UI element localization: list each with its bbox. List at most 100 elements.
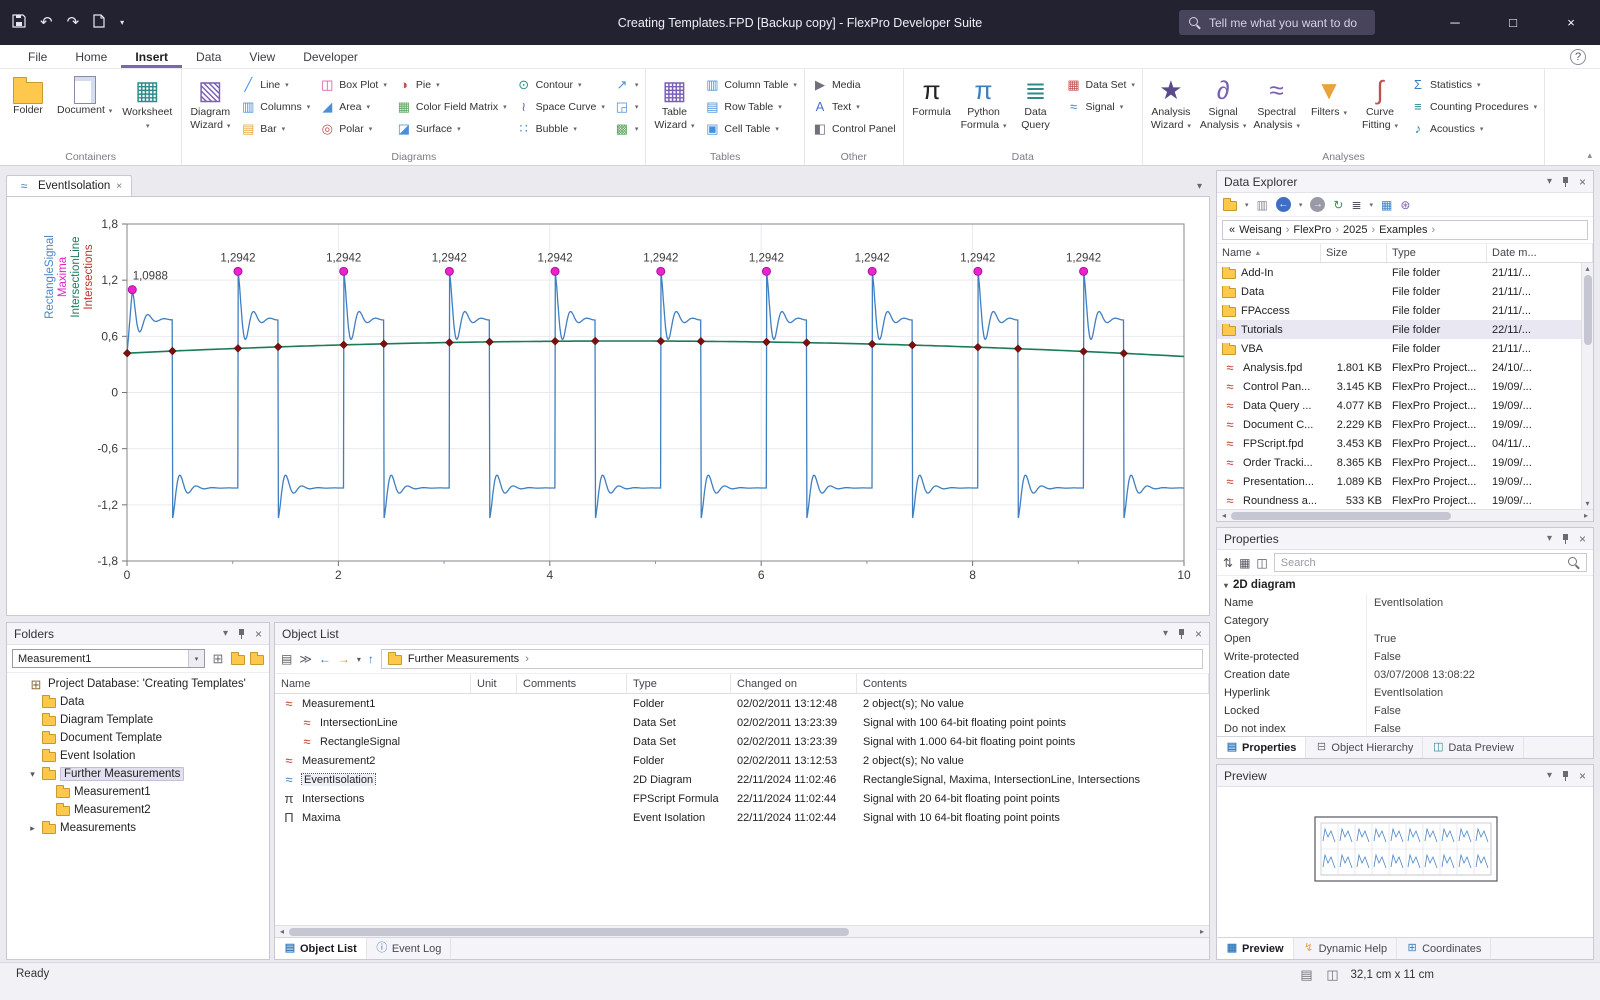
panel-menu-icon[interactable]: ▾	[1547, 533, 1552, 544]
tree-item-diagram-template[interactable]: Diagram Template	[7, 711, 269, 729]
ribbon-diagram-wizard-button[interactable]: ▧Diagram Wizard ▾	[185, 71, 235, 132]
new-caret-icon[interactable]: ▾	[1245, 201, 1249, 209]
column-header-unit[interactable]: Unit	[471, 674, 517, 693]
tree-item-measurements[interactable]: ▸Measurements	[7, 819, 269, 837]
ribbon-contour-button[interactable]: ⊙Contour▾	[512, 74, 609, 95]
pin-icon[interactable]	[237, 628, 246, 640]
tab-coordinates[interactable]: ⊞Coordinates	[1397, 938, 1491, 959]
menu-tab-view[interactable]: View	[235, 45, 289, 68]
object-list-hscrollbar[interactable]: ◂ ▸	[275, 925, 1209, 937]
forward-icon[interactable]: →	[338, 652, 350, 666]
ribbon-matrix-x-icon-button[interactable]: ▩▾	[610, 118, 643, 139]
crumb-chevron-icon[interactable]: ›	[525, 653, 529, 665]
close-panel-icon[interactable]: ×	[255, 627, 262, 641]
new-document-icon[interactable]	[93, 14, 106, 31]
tree-item-measurement1[interactable]: Measurement1	[7, 783, 269, 801]
breadcrumb-flexpro[interactable]: FlexPro	[1293, 224, 1331, 236]
ribbon-statistics-button[interactable]: ΣStatistics▾	[1406, 74, 1541, 95]
index-chart-icon[interactable]: ▦	[1381, 198, 1392, 212]
tab-event-log[interactable]: ⓘEvent Log	[367, 938, 452, 959]
view-caret-icon[interactable]: ▾	[1370, 201, 1374, 209]
ribbon-media-button[interactable]: ▶Media	[808, 74, 900, 95]
tree-item-project-database-creating-templates[interactable]: ⊞Project Database: 'Creating Templates'	[7, 675, 269, 693]
column-header-type[interactable]: Type	[1387, 244, 1487, 262]
pin-icon[interactable]	[1561, 533, 1570, 545]
table-row[interactable]: ≈Analysis.fpd1.801 KBFlexPro Project...2…	[1217, 358, 1593, 377]
history-icon[interactable]: ≫	[299, 652, 312, 666]
data-explorer-breadcrumb[interactable]: «Weisang›FlexPro›2025›Examples›	[1222, 220, 1588, 240]
data-explorer-hscrollbar[interactable]: ◂ ▸	[1217, 509, 1593, 521]
redo-icon[interactable]: ↷	[67, 15, 80, 30]
sort-icon[interactable]: ⇅	[1223, 556, 1233, 570]
ribbon-data-query-button[interactable]: ≣Data Query	[1011, 71, 1061, 132]
menu-tab-data[interactable]: Data	[182, 45, 235, 68]
scroll-right-icon[interactable]: ▸	[1195, 927, 1209, 936]
back-circle-icon[interactable]: ←	[1276, 197, 1291, 212]
page-setup-icon[interactable]: ▤	[1298, 968, 1314, 981]
minimize-button[interactable]: ─	[1426, 0, 1484, 45]
table-row[interactable]: ≈Data Query ...4.077 KBFlexPro Project..…	[1217, 396, 1593, 415]
property-row-creation-date[interactable]: Creation date03/07/2008 13:08:22	[1217, 666, 1593, 684]
tree-item-event-isolation[interactable]: Event Isolation	[7, 747, 269, 765]
menu-tab-developer[interactable]: Developer	[289, 45, 372, 68]
ribbon-polar-button[interactable]: ◎Polar▾	[315, 118, 391, 139]
tab-object-list[interactable]: ▤Object List	[275, 938, 367, 959]
ruler-icon[interactable]: ◫	[1324, 968, 1340, 981]
crumb-back-icon[interactable]: «	[1229, 224, 1235, 236]
property-row-category[interactable]: Category	[1217, 612, 1593, 630]
table-row[interactable]: DataFile folder21/11/...	[1217, 282, 1593, 301]
ribbon-filters-button[interactable]: ▼Filters ▾	[1304, 71, 1354, 120]
ribbon-acoustics-button[interactable]: ♪Acoustics▾	[1406, 118, 1541, 139]
folder-pane-icon[interactable]: ▤	[281, 652, 292, 666]
table-row[interactable]: ≈Order Tracki...8.365 KBFlexPro Project.…	[1217, 453, 1593, 472]
tree-item-measurement2[interactable]: Measurement2	[7, 801, 269, 819]
close-button[interactable]: ×	[1542, 0, 1600, 45]
tab-object-hierarchy[interactable]: ⊟Object Hierarchy	[1306, 737, 1423, 758]
folder-options-icon[interactable]	[250, 655, 264, 665]
panel-menu-icon[interactable]: ▾	[1163, 628, 1168, 639]
save-icon[interactable]	[12, 14, 26, 31]
properties-section-header[interactable]: ▾ 2D diagram	[1217, 576, 1593, 594]
ribbon-table-wizard-button[interactable]: ▦Table Wizard ▾	[649, 71, 699, 132]
vscroll-thumb[interactable]	[1584, 275, 1592, 345]
ribbon-signal-button[interactable]: ≈Signal▾	[1062, 96, 1139, 117]
pin-icon[interactable]	[1177, 628, 1186, 640]
ribbon-surface-button[interactable]: ◪Surface▾	[392, 118, 511, 139]
ribbon-text-button[interactable]: AText▾	[808, 96, 900, 117]
nav-caret-icon[interactable]: ▾	[357, 655, 361, 664]
section-collapse-icon[interactable]: ▾	[1224, 581, 1228, 590]
back-caret-icon[interactable]: ▾	[1299, 201, 1303, 209]
table-row[interactable]: ≈Measurement2Folder02/02/2011 13:12:532 …	[275, 751, 1209, 770]
ribbon-cell-table-button[interactable]: ▣Cell Table▾	[700, 118, 801, 139]
close-panel-icon[interactable]: ×	[1579, 532, 1586, 546]
ribbon-axes-icon-button[interactable]: ↗▾	[610, 74, 643, 95]
ribbon-spectral-analysis-button[interactable]: ≈Spectral Analysis ▾	[1250, 71, 1303, 132]
table-row[interactable]: ≈Roundness a...533 KBFlexPro Project...1…	[1217, 491, 1593, 510]
property-row-name[interactable]: NameEventIsolation	[1217, 594, 1593, 612]
panel-menu-icon[interactable]: ▾	[1547, 176, 1552, 187]
scroll-left-icon[interactable]: ◂	[275, 927, 289, 936]
ribbon-signal-analysis-button[interactable]: ∂Signal Analysis ▾	[1197, 71, 1250, 132]
table-row[interactable]: ΠMaximaEvent Isolation22/11/2024 11:02:4…	[275, 808, 1209, 827]
forward-circle-icon[interactable]: →	[1310, 197, 1325, 212]
properties-search-input[interactable]: Search	[1274, 553, 1587, 572]
column-header-name[interactable]: Name	[275, 674, 471, 693]
tell-me-search[interactable]: Tell me what you want to do	[1179, 10, 1375, 35]
categorize-icon[interactable]: ▦	[1239, 556, 1250, 570]
column-header-comments[interactable]: Comments	[517, 674, 627, 693]
tab-preview[interactable]: ▦Preview	[1217, 938, 1294, 959]
ribbon-columns-button[interactable]: ▥Columns▾	[236, 96, 314, 117]
property-row-write-protected[interactable]: Write-protectedFalse	[1217, 648, 1593, 666]
filter-props-icon[interactable]: ◫	[1256, 556, 1267, 570]
column-header-changed-on[interactable]: Changed on	[731, 674, 857, 693]
back-icon[interactable]: ←	[319, 652, 331, 666]
settings-gear-icon[interactable]: ⊛	[1400, 198, 1410, 212]
close-panel-icon[interactable]: ×	[1579, 769, 1586, 783]
table-row[interactable]: ≈FPScript.fpd3.453 KBFlexPro Project...0…	[1217, 434, 1593, 453]
ribbon-column-table-button[interactable]: ▥Column Table▾	[700, 74, 801, 95]
table-row[interactable]: ≈Document C...2.229 KBFlexPro Project...…	[1217, 415, 1593, 434]
table-row[interactable]: ≈Control Pan...3.145 KBFlexPro Project..…	[1217, 377, 1593, 396]
ribbon-color-field-matrix-button[interactable]: ▦Color Field Matrix▾	[392, 96, 511, 117]
table-row[interactable]: ≈Measurement1Folder02/02/2011 13:12:482 …	[275, 694, 1209, 713]
ribbon-data-set-button[interactable]: ▦Data Set▾	[1062, 74, 1139, 95]
